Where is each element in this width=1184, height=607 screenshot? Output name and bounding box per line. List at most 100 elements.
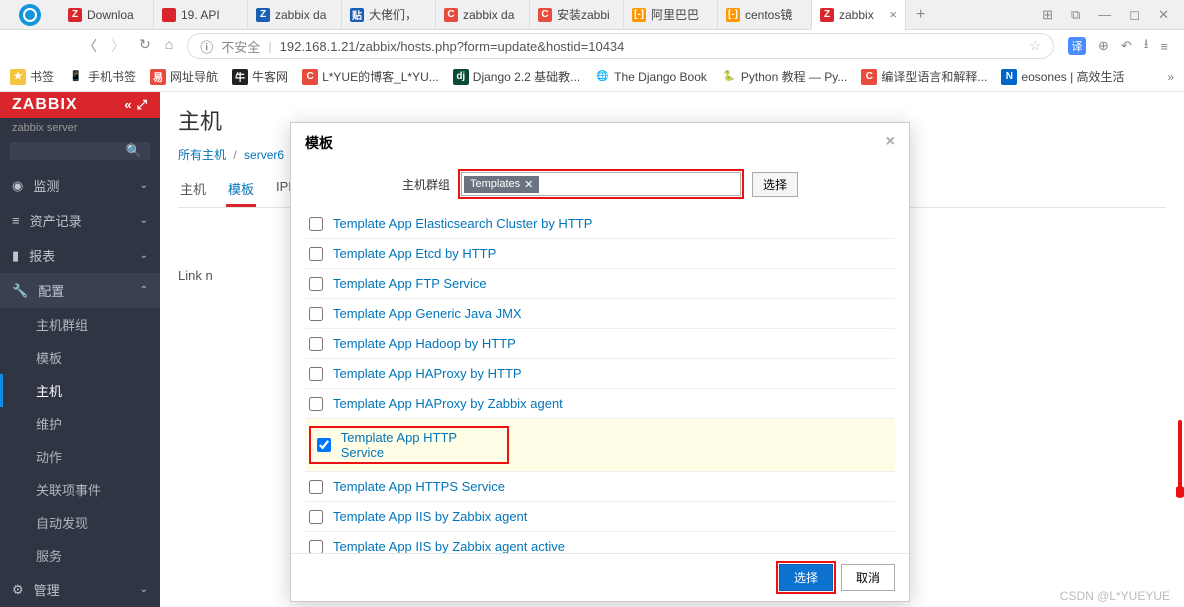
tag-remove-icon[interactable]: ✕ <box>524 178 533 191</box>
hostgroup-input[interactable]: Templates ✕ <box>461 172 741 196</box>
modal-title: 模板 <box>305 133 333 153</box>
browser-tab[interactable]: 贴大佬们， <box>342 0 436 30</box>
nav-item[interactable]: ▮报表⌄ <box>0 238 160 273</box>
template-link[interactable]: Template App HTTP Service <box>341 430 501 460</box>
host-tab[interactable]: 主机 <box>178 173 208 207</box>
new-tab-button[interactable]: + <box>906 6 935 24</box>
template-checkbox[interactable] <box>309 367 323 381</box>
template-link[interactable]: Template App Elasticsearch Cluster by HT… <box>333 216 592 231</box>
template-checkbox[interactable] <box>317 438 331 452</box>
template-link[interactable]: Template App HTTPS Service <box>333 479 505 494</box>
translate-icon[interactable]: 译 <box>1068 37 1086 55</box>
nav-item[interactable]: ◉监测⌄ <box>0 168 160 203</box>
nav-admin[interactable]: ⚙ 管理 ⌄ <box>0 572 160 607</box>
template-row: Template App Hadoop by HTTP <box>305 329 895 359</box>
browser-tab[interactable]: Czabbix da <box>436 0 530 30</box>
bookmark-item[interactable]: 🐍Python 教程 — Py... <box>721 68 847 85</box>
select-button[interactable]: 选择 <box>779 564 833 591</box>
template-link[interactable]: Template App FTP Service <box>333 276 487 291</box>
browser-tab[interactable]: ZDownloa <box>60 0 154 30</box>
sidebar-collapse-icon[interactable]: « <box>124 97 132 113</box>
bookmark-item[interactable]: C编译型语言和解释... <box>861 68 987 85</box>
bookmark-label: 手机书签 <box>88 68 136 85</box>
template-row: Template App IIS by Zabbix agent active <box>305 532 895 553</box>
bookmarks-bar: ★书签 📱手机书签易网址导航牛牛客网 CL*YUE的博客_L*YU... djDjan… <box>0 62 1184 92</box>
menu-icon[interactable]: ≡ <box>1160 39 1168 54</box>
tab-close-icon[interactable]: × <box>889 7 897 22</box>
nav-item[interactable]: ≡资产记录⌄ <box>0 203 160 238</box>
browser-tab[interactable]: [-]centos镜 <box>718 0 812 30</box>
download-icon[interactable]: ⭳ <box>1144 35 1149 57</box>
host-tab[interactable]: 模板 <box>226 173 256 207</box>
tab-label: 19. API <box>181 8 220 22</box>
crumb-host[interactable]: server6 <box>244 148 284 162</box>
template-link[interactable]: Template App IIS by Zabbix agent <box>333 509 527 524</box>
window-maximize-icon[interactable]: ◻ <box>1129 7 1140 23</box>
nav-sub-item[interactable]: 主机群组 <box>0 308 160 341</box>
template-row: Template App HTTP Service <box>305 419 895 472</box>
nav-sub-item[interactable]: 自动发现 <box>0 506 160 539</box>
modal-close-icon[interactable]: × <box>886 133 895 153</box>
template-checkbox[interactable] <box>309 480 323 494</box>
tab-favicon: [-] <box>632 8 646 22</box>
sidebar-search[interactable]: 🔍 <box>10 142 150 160</box>
bookmark-item[interactable]: ★书签 <box>10 68 54 85</box>
window-pip-icon[interactable]: ⧉ <box>1071 7 1080 23</box>
nav-sub-item[interactable]: 主机 <box>0 374 160 407</box>
nav-item[interactable]: 🔧配置⌃ <box>0 273 160 308</box>
sidebar-hide-icon[interactable]: ⤢ <box>137 97 148 113</box>
template-checkbox[interactable] <box>309 277 323 291</box>
template-link[interactable]: Template App Hadoop by HTTP <box>333 336 516 351</box>
bookmark-item[interactable]: Neosones | 高效生活 <box>1001 68 1124 85</box>
url-input[interactable]: ⓘ 不安全 | 192.168.1.21/zabbix/hosts.php?fo… <box>187 33 1054 59</box>
forward-button[interactable]: 〉 <box>111 36 125 56</box>
template-link[interactable]: Template App HAProxy by Zabbix agent <box>333 396 563 411</box>
thermometer-widget[interactable] <box>1176 420 1184 500</box>
nav-sub-item[interactable]: 服务 <box>0 539 160 572</box>
template-link[interactable]: Template App IIS by Zabbix agent active <box>333 539 565 553</box>
browser-tab[interactable]: Zzabbix× <box>812 0 906 30</box>
star-icon[interactable]: ☆ <box>1029 38 1041 54</box>
template-checkbox[interactable] <box>309 307 323 321</box>
bookmark-item[interactable]: 易网址导航 <box>150 68 218 85</box>
bookmarks-more-icon[interactable]: » <box>1167 70 1174 84</box>
template-checkbox[interactable] <box>309 337 323 351</box>
crumb-all-hosts[interactable]: 所有主机 <box>178 148 226 162</box>
back-button[interactable]: 〈 <box>83 36 97 56</box>
template-checkbox[interactable] <box>309 397 323 411</box>
nav-sub-item[interactable]: 模板 <box>0 341 160 374</box>
hostgroup-select-button[interactable]: 选择 <box>752 172 798 197</box>
window-minimize-icon[interactable]: — <box>1098 7 1111 23</box>
bookmark-item[interactable]: 🌐The Django Book <box>594 68 707 85</box>
extensions-icon[interactable]: ⊕ <box>1098 38 1109 54</box>
filter-label: 主机群组 <box>402 176 450 193</box>
template-link[interactable]: Template App HAProxy by HTTP <box>333 366 522 381</box>
browser-tab[interactable]: C安装zabbi <box>530 0 624 30</box>
template-list[interactable]: Template App Elasticsearch Cluster by HT… <box>291 209 909 553</box>
refresh-button[interactable]: ↻ <box>139 36 151 56</box>
undo-icon[interactable]: ↶ <box>1121 38 1132 54</box>
template-link[interactable]: Template App Generic Java JMX <box>333 306 522 321</box>
home-button[interactable]: ⌂ <box>165 36 173 56</box>
bookmark-item[interactable]: djDjango 2.2 基础教... <box>453 68 580 85</box>
bookmark-item[interactable]: 📱手机书签 <box>68 68 136 85</box>
browser-tab[interactable]: [-]阿里巴巴 <box>624 0 718 30</box>
browser-logo <box>0 0 60 30</box>
search-icon: 🔍 <box>126 143 142 159</box>
window-close-icon[interactable]: ✕ <box>1158 7 1169 23</box>
template-row: Template App FTP Service <box>305 269 895 299</box>
nav-sub-item[interactable]: 维护 <box>0 407 160 440</box>
bookmark-item[interactable]: 牛牛客网 <box>232 68 288 85</box>
template-checkbox[interactable] <box>309 217 323 231</box>
template-checkbox[interactable] <box>309 247 323 261</box>
browser-tab[interactable]: 19. API <box>154 0 248 30</box>
nav-sub-item[interactable]: 动作 <box>0 440 160 473</box>
template-link[interactable]: Template App Etcd by HTTP <box>333 246 496 261</box>
window-menu-icon[interactable]: ⊞ <box>1042 7 1053 23</box>
bookmark-item[interactable]: CL*YUE的博客_L*YU... <box>302 68 439 85</box>
template-checkbox[interactable] <box>309 510 323 524</box>
template-checkbox[interactable] <box>309 540 323 554</box>
nav-sub-item[interactable]: 关联项事件 <box>0 473 160 506</box>
cancel-button[interactable]: 取消 <box>841 564 895 591</box>
browser-tab[interactable]: Zzabbix da <box>248 0 342 30</box>
